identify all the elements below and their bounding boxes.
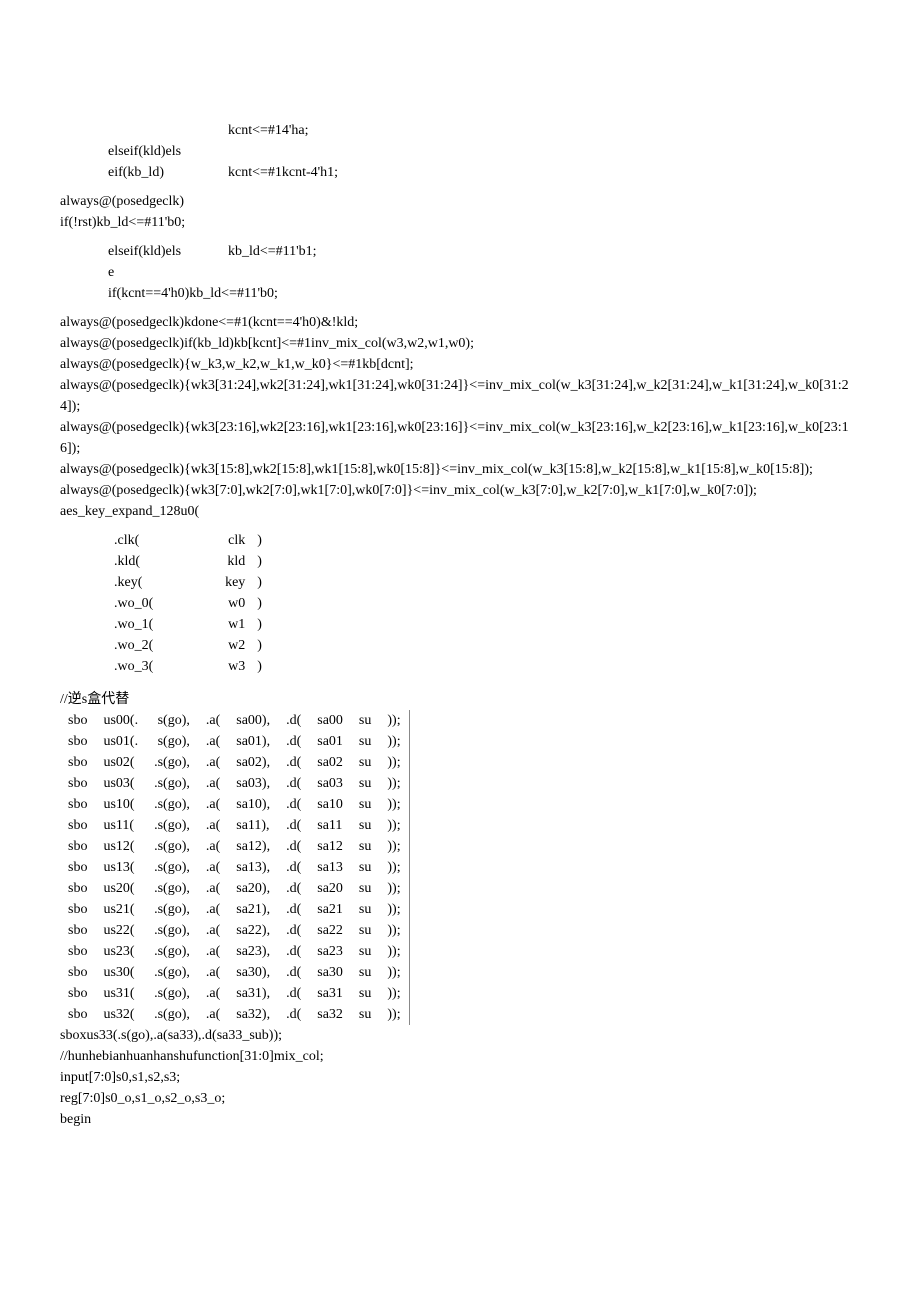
key-expand-table: .clk(clk).kld(kld).key(key).wo_0(w0).wo_…: [108, 530, 268, 677]
code-block-elseif: elseif(kld)els e kb_ld<=#11'b1; if(kcnt=…: [60, 241, 860, 304]
table-row: sbous03(.s(go),.a(sa03),.d(sa03su));: [60, 773, 409, 794]
table-row: sbous21(.s(go),.a(sa21),.d(sa21su));: [60, 899, 409, 920]
table-row: sbous11(.s(go),.a(sa11),.d(sa11su));: [60, 815, 409, 836]
code-line: always@(posedgeclk){w_k3,w_k2,w_k1,w_k0}…: [60, 354, 860, 375]
sbox-table: sbous00(.s(go),.a(sa00),.d(sa00su));sbou…: [60, 710, 410, 1025]
code-line: always@(posedgeclk){wk3[15:8],wk2[15:8],…: [60, 459, 860, 480]
table-row: .key(key): [108, 572, 268, 593]
code-line: always@(posedgeclk)if(kb_ld)kb[kcnt]<=#1…: [60, 333, 860, 354]
code-line: if(kcnt==4'h0)kb_ld<=#11'b0;: [108, 283, 860, 304]
table-row: .wo_2(w2): [108, 635, 268, 656]
code-line: always@(posedgeclk){wk3[7:0],wk2[7:0],wk…: [60, 480, 860, 501]
code-line: always@(posedgeclk)kdone<=#1(kcnt==4'h0)…: [60, 312, 860, 333]
table-row: sbous31(.s(go),.a(sa31),.d(sa31su));: [60, 983, 409, 1004]
table-row: .wo_3(w3): [108, 656, 268, 677]
code-line: begin: [60, 1109, 860, 1130]
table-row: .kld(kld): [108, 551, 268, 572]
table-row: sbous02(.s(go),.a(sa02),.d(sa02su));: [60, 752, 409, 773]
table-row: sbous01(.s(go),.a(sa01),.d(sa01su));: [60, 731, 409, 752]
table-row: sbous22(.s(go),.a(sa22),.d(sa22su));: [60, 920, 409, 941]
code-line: if(!rst)kb_ld<=#11'b0;: [60, 212, 860, 233]
code-line: reg[7:0]s0_o,s1_o,s2_o,s3_o;: [60, 1088, 860, 1109]
table-row: .wo_0(w0): [108, 593, 268, 614]
table-row: sbous13(.s(go),.a(sa13),.d(sa13su));: [60, 857, 409, 878]
code-line: always@(posedgeclk){wk3[31:24],wk2[31:24…: [60, 375, 860, 417]
table-row: sbous32(.s(go),.a(sa32),.d(sa32su));: [60, 1004, 409, 1025]
code-line: kcnt<=#14'ha;: [228, 123, 309, 138]
code-line: kcnt<=#1kcnt-4'h1;: [228, 165, 338, 180]
code-line: kb_ld<=#11'b1;: [228, 244, 317, 259]
code-block-main: always@(posedgeclk)kdone<=#1(kcnt==4'h0)…: [60, 312, 860, 522]
table-row: sbous23(.s(go),.a(sa23),.d(sa23su));: [60, 941, 409, 962]
code-line: always@(posedgeclk){wk3[23:16],wk2[23:16…: [60, 417, 860, 459]
code-block-kcnt: kcnt<=#14'ha; elseif(kld)els eif(kb_ld) …: [60, 120, 860, 183]
sbox-block: //逆s盒代替 sbous00(.s(go),.a(sa00),.d(sa00s…: [60, 689, 860, 1130]
table-row: sbous10(.s(go),.a(sa10),.d(sa10su));: [60, 794, 409, 815]
code-line: sboxus33(.s(go),.a(sa33),.d(sa33_sub));: [60, 1025, 860, 1046]
table-row: sbous00(.s(go),.a(sa00),.d(sa00su));: [60, 710, 409, 731]
table-row: sbous30(.s(go),.a(sa30),.d(sa30su));: [60, 962, 409, 983]
table-row: sbous12(.s(go),.a(sa12),.d(sa12su));: [60, 836, 409, 857]
code-line: always@(posedgeclk): [60, 191, 860, 212]
table-row: .clk(clk): [108, 530, 268, 551]
code-line: //hunhebianhuanhanshufunction[31:0]mix_c…: [60, 1046, 860, 1067]
code-line: aes_key_expand_128u0(: [60, 501, 860, 522]
table-row: sbous20(.s(go),.a(sa20),.d(sa20su));: [60, 878, 409, 899]
code-line: eif(kb_ld): [108, 165, 164, 180]
code-line: input[7:0]s0,s1,s2,s3;: [60, 1067, 860, 1088]
table-row: .wo_1(w1): [108, 614, 268, 635]
code-line: elseif(kld)els e: [108, 244, 181, 280]
code-line: elseif(kld)els: [108, 144, 181, 159]
comment-line: //逆s盒代替: [60, 689, 860, 710]
code-block-always: always@(posedgeclk) if(!rst)kb_ld<=#11'b…: [60, 191, 860, 233]
